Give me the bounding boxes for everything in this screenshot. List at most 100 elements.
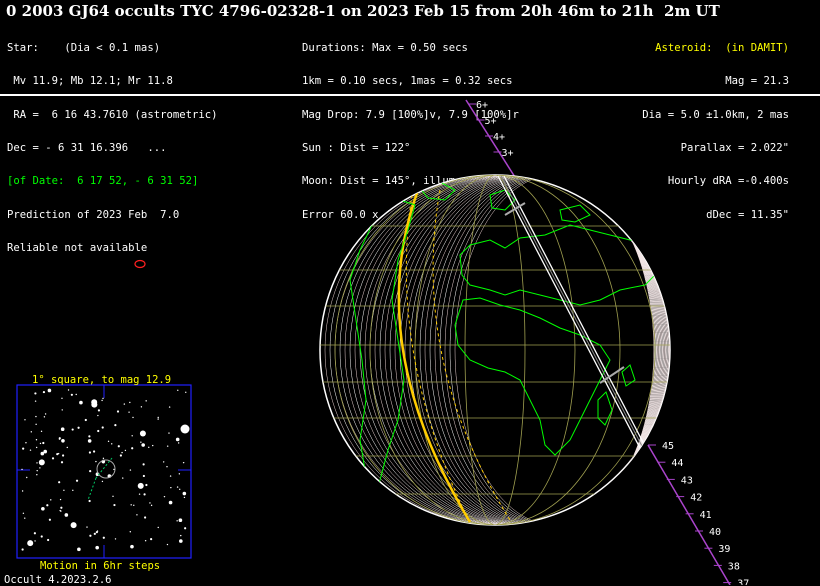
field-star [182,491,187,496]
field-star [47,538,50,542]
field-star [27,540,34,547]
field-star [60,506,63,509]
field-star [150,504,153,507]
field-star [40,535,43,538]
field-star [101,399,103,402]
field-star [61,397,63,400]
field-star [21,548,24,551]
field-star [35,423,37,426]
field-star [130,544,134,549]
field-star [95,545,99,550]
field-star [121,451,123,454]
field-star [59,498,62,501]
field-star [129,401,131,404]
field-star [157,418,159,420]
field-star [139,430,146,437]
field-stars [21,388,190,552]
field-star [35,446,38,449]
field-star [179,539,183,543]
path-tick-label: 44 [671,458,683,469]
field-star [176,520,178,522]
field-star [86,526,88,528]
field-star [26,476,28,479]
field-star [88,499,91,503]
field-star [140,441,142,443]
field-star [124,449,127,452]
field-star [58,481,61,484]
field-star [41,506,45,511]
path-tick-label: 3+ [502,148,514,159]
field-star [113,503,116,507]
field-star [51,457,55,460]
field-star [40,430,43,433]
field-star [87,439,92,443]
field-star [150,538,153,541]
field-star [72,489,74,492]
field-star [77,547,81,552]
field-star [22,447,25,450]
bright-star [180,424,190,434]
path-tick-label: 40 [709,527,721,538]
path-tick-label: 42 [690,493,702,504]
field-star [35,439,38,441]
field-star [168,500,173,505]
field-star [131,435,133,437]
field-star [166,466,168,468]
map-canvas: 6+ 5+ 4+ 3+ 45 44 43 42 41 40 39 38 37 [16,99,749,585]
field-star [136,514,138,516]
inset-title: 1° square, to mag 12.9 [32,374,172,386]
field-star [77,426,80,429]
field-star [62,454,65,457]
field-star [102,461,105,464]
field-star [24,517,26,519]
inset-caption: Motion in 6hr steps [40,560,161,572]
path-tick-label: 38 [728,561,740,572]
field-star [175,437,180,442]
field-star [166,543,169,546]
field-star [177,389,179,391]
path-tick-label: 41 [700,510,712,521]
field-star [36,469,38,472]
field-star [114,424,117,427]
field-star [152,444,154,447]
field-star [89,534,92,537]
target-star-circle [96,459,116,479]
field-star [129,531,131,533]
field-star [75,393,77,396]
field-star [66,446,68,449]
field-star [22,512,25,514]
field-star [67,389,70,391]
field-star [84,418,87,422]
field-star [59,509,61,512]
field-star [40,451,45,456]
field-star [64,513,69,517]
field-star [24,419,26,421]
field-star [97,414,99,417]
field-star [97,429,100,433]
field-star [123,403,126,405]
field-star [88,451,92,454]
field-star [111,443,113,445]
field-star [145,400,147,402]
path-tick-label: 43 [681,475,693,486]
field-star [79,400,83,405]
field-star [140,406,143,408]
path-tick-label: 5+ [485,116,497,127]
field-star [102,536,105,539]
field-star [162,461,165,463]
field-star [34,400,37,402]
field-star [144,516,147,519]
field-star [157,526,159,529]
field-star [39,442,42,445]
software-version: Occult 4.2023.2.6 [4,574,112,586]
field-star [168,432,170,434]
field-star [114,538,117,540]
field-star [157,416,159,419]
field-star [48,518,51,521]
path-tick-label: 39 [718,544,730,555]
field-star [163,495,166,498]
path-tick-label: 4+ [493,132,505,143]
field-star [35,415,37,418]
field-star [42,441,45,445]
field-star [133,504,135,506]
